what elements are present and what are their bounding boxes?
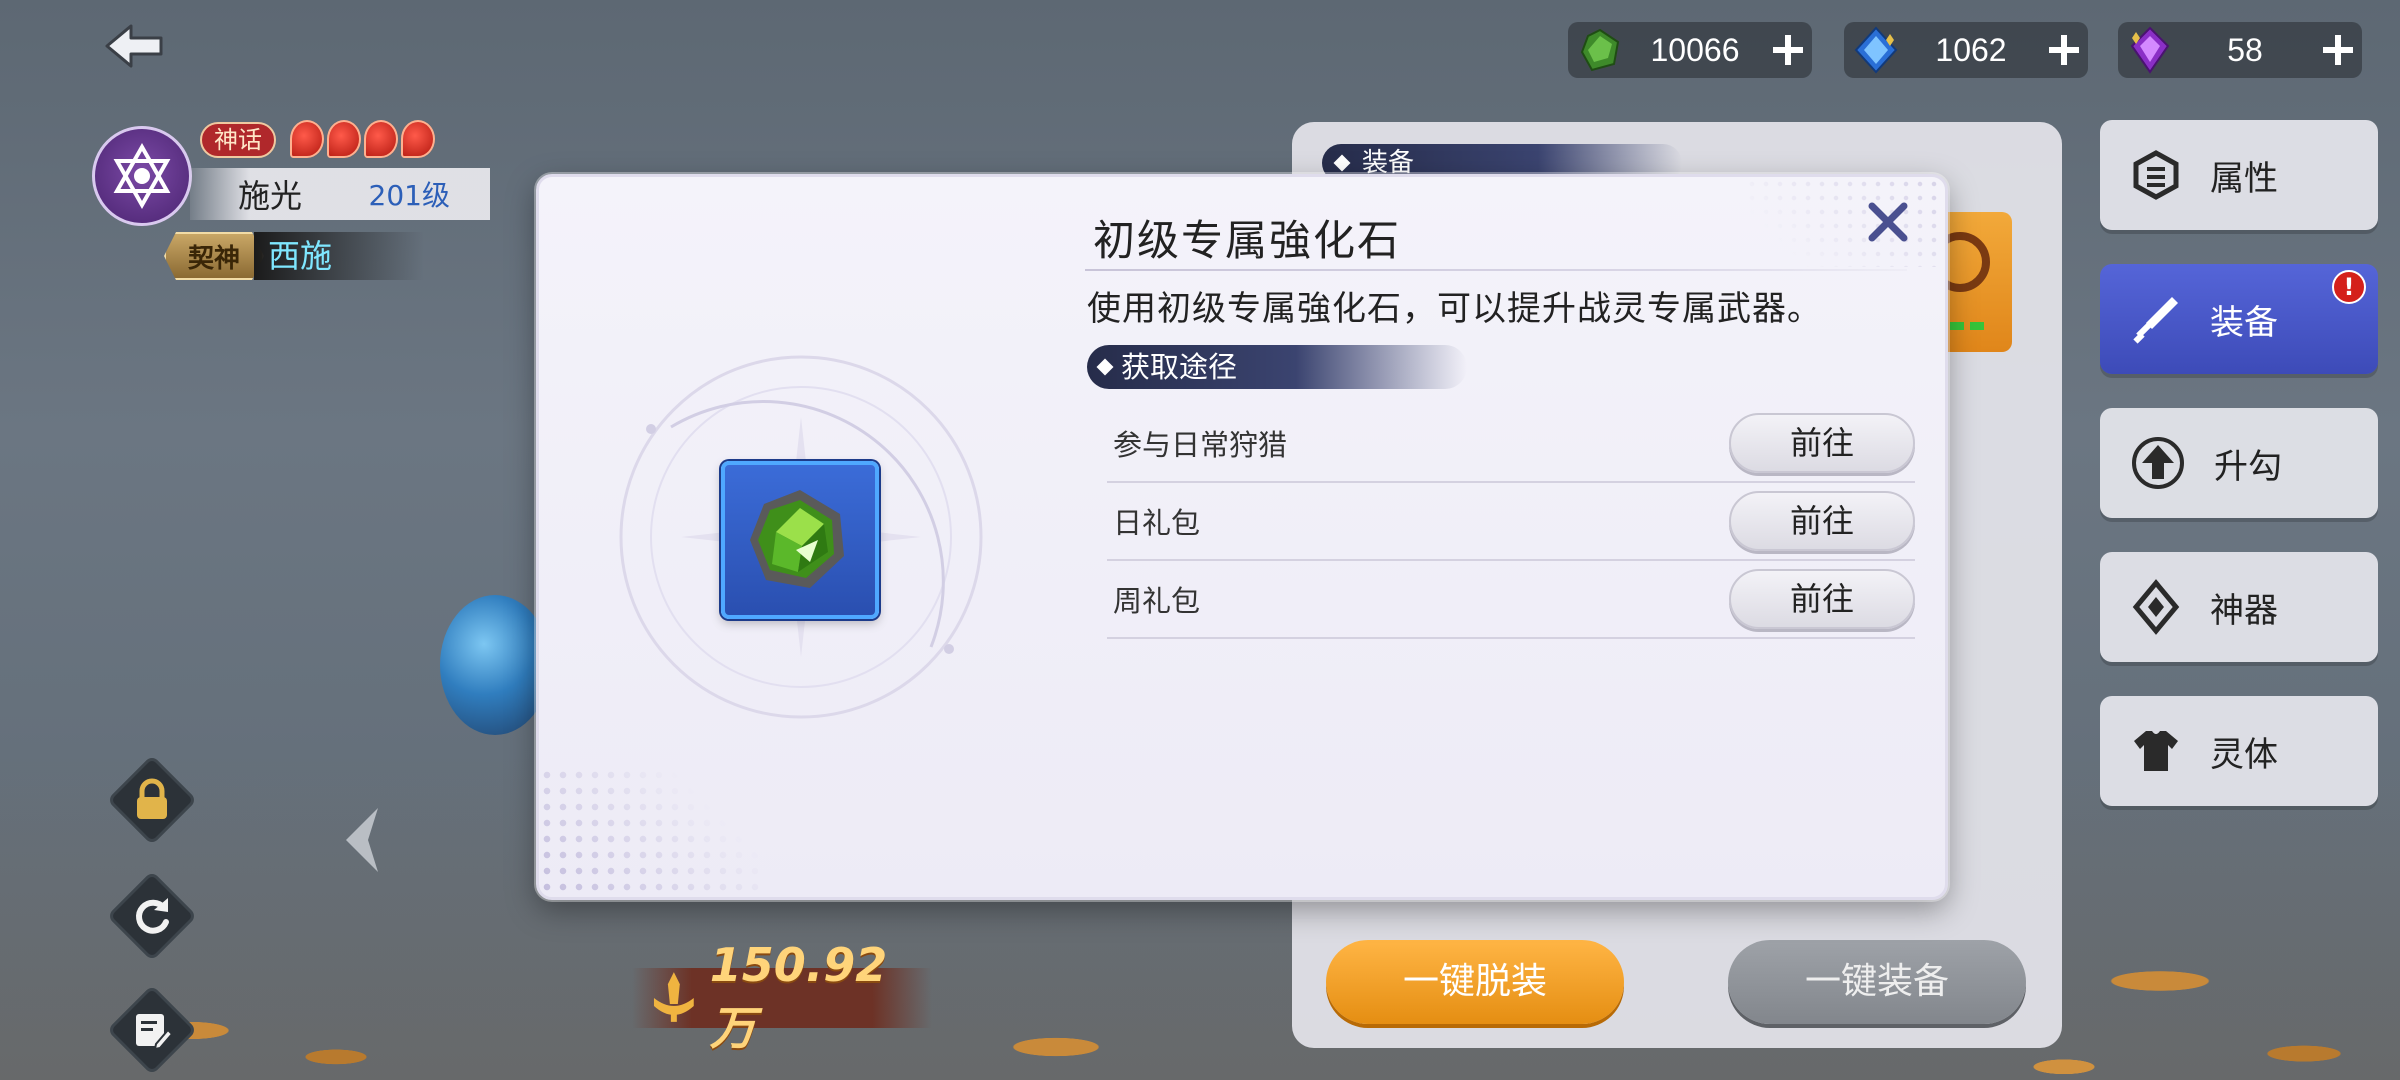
tab-equipment[interactable]: 装备 ! [2100, 264, 2378, 374]
add-currency-button[interactable] [2314, 26, 2362, 74]
plus-icon [1773, 35, 1803, 65]
tab-artifact[interactable]: 神器 [2100, 552, 2378, 662]
add-currency-button[interactable] [2040, 26, 2088, 74]
go-button[interactable]: 前往 [1729, 491, 1915, 551]
lock-icon [137, 778, 167, 819]
combat-power: 150.92万 [632, 938, 932, 1055]
refresh-button[interactable] [106, 870, 198, 962]
equip-all-button[interactable]: 一键装备 [1728, 940, 2026, 1024]
tab-label: 属性 [2210, 158, 2278, 199]
currency-blue-crystal: 1062 [1844, 22, 2088, 78]
sword-icon [2133, 297, 2178, 344]
list-item: 周礼包 前往 [1107, 561, 1915, 639]
lock-button[interactable] [106, 754, 198, 846]
source-list: 参与日常狩猎 前往 日礼包 前往 周礼包 前往 [1107, 405, 1915, 639]
unequip-all-button[interactable]: 一键脱装 [1326, 940, 1624, 1024]
power-sword-icon [653, 972, 694, 1022]
notes-button[interactable] [106, 984, 198, 1076]
faction-emblem-icon [92, 126, 192, 226]
shirt-icon [2134, 731, 2178, 771]
green-gem-icon [750, 490, 844, 588]
decorative-dots [1745, 177, 1945, 267]
tab-label: 神器 [2210, 590, 2278, 631]
item-description: 使用初级专属強化石，可以提升战灵专属武器。 [1087, 289, 1822, 329]
note-edit-icon [136, 1014, 174, 1051]
rank-badge: 神话 [200, 122, 276, 158]
item-info-dialog: 初级专属強化石 使用初级专属強化石，可以提升战灵专属武器。 获取途径 参与日常狩… [536, 174, 1948, 900]
tab-label: 灵体 [2210, 734, 2278, 775]
enhancement-stone-item [721, 461, 879, 619]
bond-label: 契神 [164, 232, 264, 280]
star-pip-icon [401, 120, 435, 158]
list-item: 参与日常狩猎 前往 [1107, 405, 1915, 483]
star-pip-icon [290, 120, 324, 158]
refresh-icon [136, 898, 169, 934]
attribute-icon [2133, 150, 2179, 200]
bond-name: 西施 [254, 232, 424, 280]
alert-badge: ! [2332, 270, 2366, 304]
plus-icon [2049, 35, 2079, 65]
currency-value: 58 [2227, 31, 2263, 68]
star-pip-icon [327, 120, 361, 158]
close-button[interactable] [1861, 195, 1915, 249]
source-name: 日礼包 [1113, 506, 1201, 540]
tab-spirit-body[interactable]: 灵体 [2100, 696, 2378, 806]
back-arrow-icon [105, 24, 163, 68]
star-rating [290, 120, 435, 158]
back-button[interactable] [96, 18, 172, 74]
blue-crystal-icon [1854, 26, 1898, 74]
artifact-icon [2132, 579, 2180, 635]
dialog-title: 初级专属強化石 [1093, 216, 1402, 265]
title-divider [1085, 269, 1907, 271]
character-name: 施光 [238, 177, 303, 215]
blue-spirit-orb [440, 595, 550, 735]
source-name: 参与日常狩猎 [1113, 428, 1288, 462]
plus-icon [2323, 35, 2353, 65]
currency-value: 1062 [1935, 31, 2007, 68]
tab-upgrade[interactable]: 升勾 [2100, 408, 2378, 518]
tab-label: 升勾 [2214, 446, 2282, 487]
source-section-header: 获取途径 [1087, 345, 1467, 389]
list-item: 日礼包 前往 [1107, 483, 1915, 561]
character-card: 神话 施光 201级 契神 西施 [92, 120, 512, 290]
chevron-left-icon [346, 808, 378, 872]
prev-character-button[interactable] [338, 800, 388, 880]
tab-label: 装备 [2210, 302, 2278, 343]
currency-purple-gem: 58 [2118, 22, 2362, 78]
add-currency-button[interactable] [1764, 26, 1812, 74]
go-button[interactable]: 前往 [1729, 569, 1915, 629]
name-plate: 施光 201级 [190, 168, 490, 220]
currency-green-stone: 10066 [1568, 22, 1812, 78]
tab-attributes[interactable]: 属性 [2100, 120, 2378, 230]
go-button[interactable]: 前往 [1729, 413, 1915, 473]
purple-gem-icon [2130, 26, 2170, 74]
decorative-dots [539, 767, 759, 897]
upgrade-arrow-icon [2132, 437, 2184, 489]
currency-value: 10066 [1650, 31, 1740, 68]
combat-power-value: 150.92万 [709, 938, 888, 1055]
source-name: 周礼包 [1113, 584, 1201, 618]
close-icon [1868, 202, 1908, 242]
character-level: 201级 [368, 179, 450, 212]
star-pip-icon [364, 120, 398, 158]
green-stone-icon [1580, 28, 1620, 72]
